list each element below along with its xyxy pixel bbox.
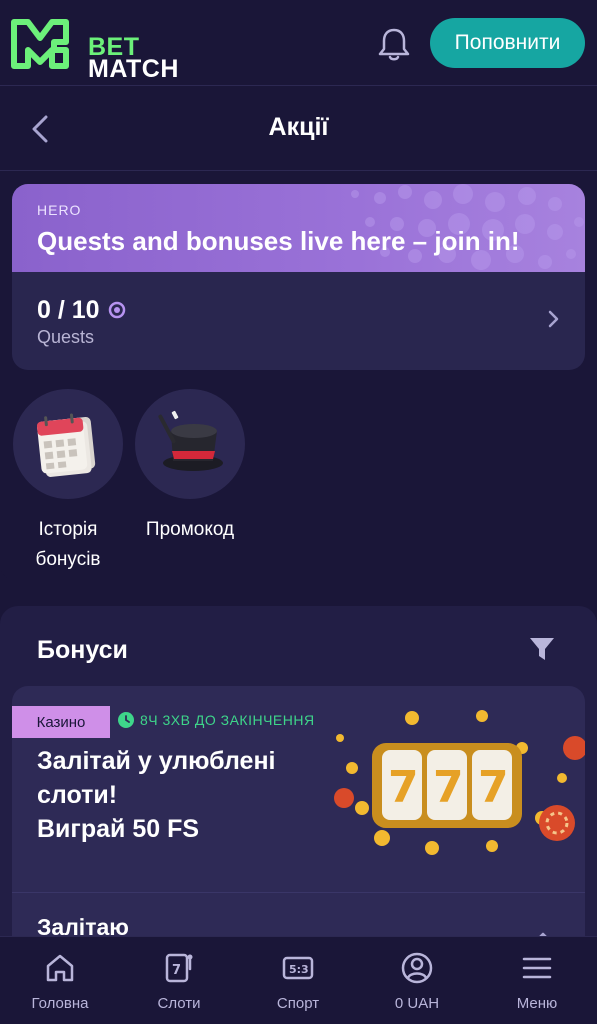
- bonuses-heading: Бонуси: [37, 636, 128, 664]
- svg-text:5:3: 5:3: [289, 963, 309, 976]
- home-icon: [46, 954, 74, 982]
- svg-text:7: 7: [433, 762, 464, 813]
- topup-button[interactable]: Поповнити: [430, 18, 585, 68]
- bonus-title: Залітай у улюблені слоти! Виграй 50 FS: [37, 744, 337, 846]
- logo-line-match: MATCH: [88, 55, 179, 83]
- hero-quests-card[interactable]: HERO Quests and bonuses live here – join…: [12, 184, 585, 370]
- page-header: Акції: [0, 87, 597, 171]
- target-icon: [108, 301, 126, 319]
- calendar-icon: [36, 413, 96, 477]
- bonus-history-shortcut[interactable]: Історія бонусів: [12, 389, 124, 575]
- user-icon: [401, 952, 433, 984]
- bonus-title-line1: Залітай у улюблені: [37, 747, 276, 775]
- quest-progress-count: 0 / 10: [37, 296, 100, 324]
- scoreboard-icon: 5:3: [282, 956, 314, 980]
- quests-label: Quests: [37, 327, 95, 347]
- nav-menu-label: Меню: [516, 995, 558, 1012]
- slot-machine-777-image: 777: [334, 710, 585, 855]
- nav-account[interactable]: 0 UAH: [367, 951, 467, 1012]
- top-bar: BET MATCH Поповнити: [0, 0, 597, 86]
- bonus-history-label-line1: Історія: [38, 519, 98, 540]
- card-divider: [12, 892, 585, 893]
- bottom-navigation: Головна 7 Слоти 5:3 Спорт 0 UAH Меню: [0, 936, 597, 1024]
- promo-code-shortcut[interactable]: Промокод: [134, 389, 246, 545]
- chevron-right-icon[interactable]: [542, 308, 564, 330]
- nav-sport[interactable]: 5:3 Спорт: [248, 951, 348, 1012]
- hero-title: Quests and bonuses live here – join in!: [37, 226, 520, 256]
- slots-icon: 7: [165, 953, 193, 983]
- betmatch-logo[interactable]: BET MATCH: [10, 16, 190, 82]
- filter-icon[interactable]: [527, 634, 557, 664]
- promotions-section: HERO Quests and bonuses live here – join…: [0, 172, 597, 582]
- bonus-title-line2: слоти!: [37, 781, 118, 809]
- hero-banner: HERO Quests and bonuses live here – join…: [12, 184, 585, 272]
- promo-code-circle: [135, 389, 245, 499]
- nav-home-label: Головна: [31, 995, 89, 1012]
- menu-icon: [522, 957, 552, 979]
- bonus-title-line3: Виграй 50 FS: [37, 815, 200, 843]
- casino-badge: Казино: [12, 706, 110, 738]
- logo-wordmark: BET MATCH: [88, 35, 179, 83]
- nav-balance-label: 0 UAH: [394, 995, 440, 1012]
- page-title: Акції: [268, 113, 329, 141]
- svg-text:7: 7: [172, 963, 181, 978]
- expiry-timer: 8Ч 3ХВ ДО ЗАКІНЧЕННЯ: [118, 712, 315, 728]
- nav-menu[interactable]: Меню: [487, 951, 587, 1012]
- svg-text:7: 7: [478, 762, 509, 813]
- hero-tag: HERO: [37, 202, 82, 218]
- timer-text: 8Ч 3ХВ ДО ЗАКІНЧЕННЯ: [140, 712, 315, 728]
- clock-icon: [118, 712, 134, 728]
- promo-code-label: Промокод: [145, 519, 235, 540]
- nav-home[interactable]: Головна: [10, 951, 110, 1012]
- nav-sport-label: Спорт: [276, 995, 320, 1012]
- logo-mark-icon: [11, 19, 69, 69]
- notifications-bell-icon[interactable]: [374, 24, 414, 64]
- nav-slots[interactable]: 7 Слоти: [129, 951, 229, 1012]
- magic-hat-icon: [158, 410, 223, 471]
- nav-slots-label: Слоти: [157, 995, 201, 1012]
- bonus-history-circle: [13, 389, 123, 499]
- svg-text:7: 7: [388, 762, 419, 813]
- bonus-history-label-line2: бонусів: [35, 549, 101, 570]
- bonus-history-label: Історія бонусів: [12, 515, 124, 575]
